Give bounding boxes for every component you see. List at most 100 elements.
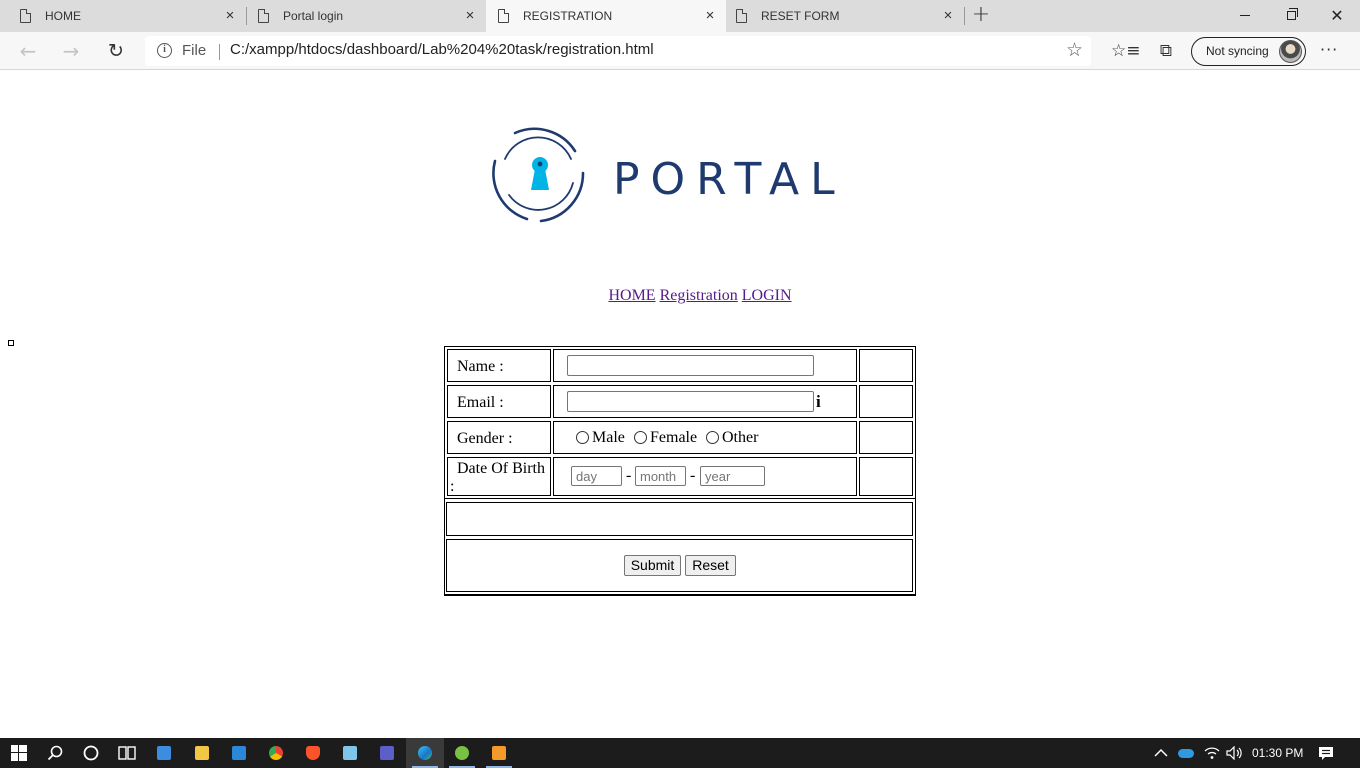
address-bar[interactable]: i File C:/xampp/htdocs/dashboard/Lab%204…	[145, 36, 1091, 66]
onedrive-icon[interactable]	[1178, 748, 1194, 758]
gender-label: Gender :	[457, 430, 513, 447]
gender-option-label: Female	[650, 429, 698, 446]
system-tray: 01:30 PM	[1154, 738, 1303, 768]
dob-year-input[interactable]	[700, 466, 765, 486]
search-button[interactable]	[36, 738, 74, 768]
gender-option-label: Other	[722, 429, 759, 446]
taskbar-app-file-explorer[interactable]	[183, 738, 221, 768]
portal-logo: PORTAL	[492, 127, 835, 223]
email-input[interactable]	[567, 391, 814, 412]
tab-separator	[964, 7, 965, 25]
taskbar-app-brave[interactable]	[294, 738, 332, 768]
tab-close-icon[interactable]: ×	[222, 8, 238, 24]
address-divider	[219, 44, 220, 60]
dob-label-cell: Date Of Birth :	[447, 457, 551, 496]
minimize-button[interactable]	[1222, 0, 1268, 30]
taskbar-app-chrome[interactable]	[257, 738, 295, 768]
mail-icon	[232, 746, 246, 760]
cortana-icon	[83, 745, 99, 761]
teams-icon	[380, 746, 394, 760]
favorite-star-icon[interactable]: ☆	[1066, 39, 1083, 61]
sublime-text-icon	[492, 746, 506, 760]
page-icon	[736, 9, 747, 23]
taskbar-app-utorrent[interactable]	[443, 738, 481, 768]
tab-title: RESET FORM	[761, 9, 840, 23]
tab-reset-form[interactable]: RESET FORM ×	[726, 0, 964, 32]
back-arrow-icon[interactable]: ←	[15, 38, 41, 64]
task-view-button[interactable]	[108, 738, 146, 768]
gender-radio-female[interactable]	[634, 431, 647, 444]
nav-link-login[interactable]: LOGIN	[742, 287, 792, 304]
name-input[interactable]	[567, 355, 814, 376]
site-nav: HOME Registration LOGIN	[0, 287, 1360, 305]
taskbar-app-sublime-text[interactable]	[480, 738, 518, 768]
wifi-icon[interactable]	[1204, 746, 1220, 760]
registration-form-footer	[444, 498, 916, 596]
refresh-icon[interactable]: ↻	[103, 38, 129, 64]
browser-toolbar: ← → ↻ i File C:/xampp/htdocs/dashboard/L…	[0, 32, 1360, 70]
forward-arrow-icon[interactable]: →	[58, 38, 84, 64]
dob-month-input[interactable]	[635, 466, 686, 486]
utorrent-icon	[455, 746, 469, 760]
tab-close-icon[interactable]: ×	[462, 8, 478, 24]
tab-title: HOME	[45, 9, 81, 23]
notification-icon	[1319, 746, 1333, 760]
tab-home[interactable]: HOME ×	[0, 0, 246, 32]
browser-tab-strip: HOME × Portal login × REGISTRATION × RES…	[0, 0, 1360, 32]
scheme-label: File	[182, 42, 207, 59]
name-label-cell: Name :	[447, 349, 551, 382]
page-icon	[498, 9, 509, 23]
tab-close-icon[interactable]: ×	[702, 8, 718, 24]
more-options-icon[interactable]: ···	[1320, 40, 1338, 59]
folder-icon	[195, 746, 209, 760]
sync-label: Not syncing	[1206, 44, 1269, 58]
dob-label-colon: :	[450, 478, 455, 495]
dob-day-input[interactable]	[571, 466, 622, 486]
email-info-icon[interactable]: i	[816, 392, 821, 412]
taskbar-app-mail[interactable]	[220, 738, 258, 768]
url-text[interactable]: C:/xampp/htdocs/dashboard/Lab%204%20task…	[230, 41, 654, 58]
dob-label: Date Of Birth	[457, 460, 545, 477]
notepad-icon	[343, 746, 357, 760]
collections-icon[interactable]: ⧉	[1155, 40, 1177, 62]
submit-button[interactable]: Submit	[624, 555, 681, 576]
info-icon[interactable]: i	[157, 43, 172, 58]
logo-ring-arc	[539, 171, 585, 223]
gender-radio-other[interactable]	[706, 431, 719, 444]
name-extra-cell	[859, 349, 913, 382]
email-label-cell: Email :	[447, 385, 551, 418]
favorites-icon[interactable]: ☆≡	[1111, 40, 1140, 62]
taskbar-app-edge[interactable]	[406, 738, 444, 768]
taskbar-app-notepad[interactable]	[331, 738, 369, 768]
keyhole-icon	[531, 157, 549, 190]
nav-link-home[interactable]: HOME	[608, 287, 655, 304]
taskbar-app-control-panel[interactable]	[145, 738, 183, 768]
dob-separator: -	[626, 467, 632, 484]
profile-sync-button[interactable]: Not syncing	[1191, 37, 1306, 66]
tab-close-icon[interactable]: ×	[940, 8, 956, 24]
avatar	[1279, 40, 1302, 63]
action-center-button[interactable]	[1318, 738, 1334, 768]
restore-button[interactable]	[1268, 0, 1314, 30]
chevron-up-icon[interactable]	[1154, 748, 1168, 758]
taskbar-app-teams[interactable]	[368, 738, 406, 768]
volume-icon[interactable]	[1226, 746, 1244, 760]
gender-extra-cell	[859, 421, 913, 454]
email-extra-cell	[859, 385, 913, 418]
nav-link-registration[interactable]: Registration	[660, 287, 738, 304]
start-button[interactable]	[0, 738, 38, 768]
window-close-button[interactable]: ✕	[1314, 0, 1360, 30]
search-icon	[47, 745, 63, 761]
new-tab-button[interactable]: +	[970, 4, 992, 26]
gender-radio-male[interactable]	[576, 431, 589, 444]
windows-taskbar: 01:30 PM	[0, 738, 1360, 768]
tab-title: Portal login	[283, 9, 344, 23]
tab-portal-login[interactable]: Portal login ×	[246, 0, 486, 32]
cortana-button[interactable]	[72, 738, 110, 768]
task-view-icon	[118, 746, 136, 760]
tab-registration[interactable]: REGISTRATION ×	[486, 0, 726, 32]
reset-button[interactable]: Reset	[685, 555, 736, 576]
brave-icon	[306, 746, 320, 760]
system-clock[interactable]: 01:30 PM	[1252, 746, 1303, 760]
name-label: Name :	[457, 358, 504, 375]
